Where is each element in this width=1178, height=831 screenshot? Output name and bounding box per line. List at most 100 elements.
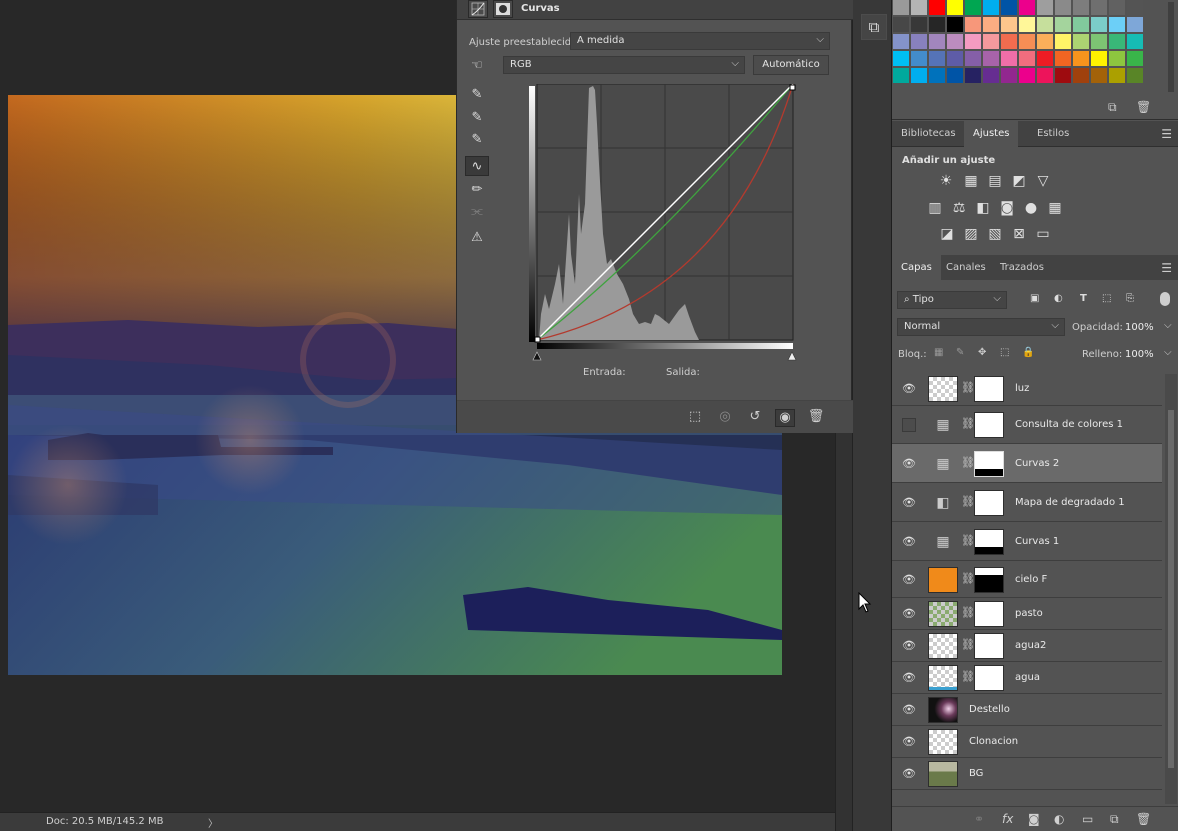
mask-link-icon[interactable]: ⛓ xyxy=(961,638,975,651)
swatch[interactable] xyxy=(1055,0,1072,16)
tab-canales[interactable]: Canales xyxy=(937,255,995,281)
swatch[interactable] xyxy=(911,51,928,67)
reset-adjustment-icon[interactable]: ↺ xyxy=(745,409,765,427)
properties-panel-toggle-icon[interactable]: ⧉ xyxy=(861,14,887,40)
swatch[interactable] xyxy=(1127,0,1144,16)
swatch[interactable] xyxy=(893,68,910,84)
swatch[interactable] xyxy=(1055,68,1072,84)
add-mask-icon[interactable]: ◙ xyxy=(1028,812,1040,826)
swatch[interactable] xyxy=(1037,34,1054,50)
new-group-icon[interactable]: ▭ xyxy=(1082,812,1093,826)
swatch[interactable] xyxy=(1055,17,1072,33)
layer-name[interactable]: Clonacion xyxy=(969,736,1018,747)
panel-menu-icon[interactable]: ☰ xyxy=(1161,127,1172,141)
swatch[interactable] xyxy=(983,68,1000,84)
swatch[interactable] xyxy=(1091,68,1108,84)
mask-link-icon[interactable]: ⛓ xyxy=(961,381,975,394)
trash-icon[interactable]: 🗑 xyxy=(1136,812,1151,826)
gray-point-eyedropper-icon[interactable]: ✎ xyxy=(465,108,489,128)
swatch[interactable] xyxy=(1055,34,1072,50)
filter-smart-object-icon[interactable]: ⎘ xyxy=(1126,293,1134,304)
visibility-eye-icon[interactable]: 👁 xyxy=(902,573,916,587)
layer-row[interactable]: 👁 ⛓ pasto xyxy=(892,598,1162,630)
clipping-warning-icon[interactable]: ⚠ xyxy=(465,228,489,248)
swatch[interactable] xyxy=(1001,51,1018,67)
swatch[interactable] xyxy=(911,34,928,50)
filter-pixel-icon[interactable]: ▣ xyxy=(1030,293,1039,304)
swatch[interactable] xyxy=(1001,34,1018,50)
hue-saturation-icon[interactable]: ▥ xyxy=(926,199,944,217)
lock-transparency-icon[interactable]: ▦ xyxy=(934,347,943,358)
swatch[interactable] xyxy=(1073,68,1090,84)
swatch[interactable] xyxy=(983,17,1000,33)
swatch[interactable] xyxy=(947,68,964,84)
swatch[interactable] xyxy=(911,68,928,84)
vibrance-icon[interactable]: ▽ xyxy=(1034,172,1052,190)
layer-row[interactable]: 👁 ▦ ⛓ Curvas 1 xyxy=(892,522,1162,561)
swatch[interactable] xyxy=(947,17,964,33)
curves-graph[interactable] xyxy=(529,84,799,364)
layer-name[interactable]: cielo F xyxy=(1015,574,1047,585)
layer-row[interactable]: ▦ ⛓ Consulta de colores 1 xyxy=(892,406,1162,444)
layer-row[interactable]: 👁 ⛓ agua2 xyxy=(892,630,1162,662)
color-lookup-icon[interactable]: ▦ xyxy=(1046,199,1064,217)
trash-icon[interactable]: 🗑 xyxy=(1136,100,1151,114)
layer-name[interactable]: Consulta de colores 1 xyxy=(1015,419,1123,430)
layer-name[interactable]: pasto xyxy=(1015,608,1043,619)
filter-toggle[interactable] xyxy=(1160,292,1170,306)
layer-name[interactable]: Mapa de degradado 1 xyxy=(1015,497,1125,508)
gradient-map-icon[interactable]: ▭ xyxy=(1034,225,1052,243)
swatch[interactable] xyxy=(965,0,982,16)
swatch[interactable] xyxy=(1037,0,1054,16)
layer-style-fx-icon[interactable]: fx xyxy=(1002,812,1013,826)
mask-link-icon[interactable]: ⛓ xyxy=(961,456,975,469)
layer-row[interactable]: 👁 ⛓ agua xyxy=(892,662,1162,694)
swatch[interactable] xyxy=(1019,0,1036,16)
visibility-eye-icon[interactable]: 👁 xyxy=(902,382,916,396)
layer-mask-thumbnail[interactable] xyxy=(974,601,1004,627)
layer-name[interactable]: agua xyxy=(1015,672,1040,683)
swatch[interactable] xyxy=(1037,17,1054,33)
exposure-icon[interactable]: ◩ xyxy=(1010,172,1028,190)
filter-shape-icon[interactable]: ⬚ xyxy=(1102,293,1111,304)
swatch[interactable] xyxy=(911,0,928,16)
swatch[interactable] xyxy=(1127,68,1144,84)
mask-link-icon[interactable]: ⛓ xyxy=(961,534,975,547)
mask-link-icon[interactable]: ⛓ xyxy=(961,495,975,508)
layer-filter-dropdown[interactable]: ⌕ Tipo ⌵ xyxy=(897,291,1007,309)
layer-mask-thumbnail[interactable] xyxy=(974,633,1004,659)
levels-icon[interactable]: ▦ xyxy=(962,172,980,190)
mask-link-icon[interactable]: ⛓ xyxy=(961,606,975,619)
black-white-icon[interactable]: ◧ xyxy=(974,199,992,217)
visibility-eye-icon[interactable]: 👁 xyxy=(902,457,916,471)
swatch[interactable] xyxy=(929,0,946,16)
swatch[interactable] xyxy=(1109,34,1126,50)
filter-adjustment-icon[interactable]: ◐ xyxy=(1054,293,1063,304)
curves-icon[interactable]: ▤ xyxy=(986,172,1004,190)
fill-value[interactable]: 100% xyxy=(1125,349,1154,360)
chevron-down-icon[interactable]: ⌵ xyxy=(1164,347,1172,358)
swatch[interactable] xyxy=(983,51,1000,67)
panel-menu-icon[interactable]: ☰ xyxy=(1161,261,1172,275)
swatch[interactable] xyxy=(1073,34,1090,50)
black-point-handle[interactable] xyxy=(534,336,541,343)
layer-row[interactable]: 👁 BG xyxy=(892,758,1162,790)
smooth-curve-icon[interactable]: ⫘ xyxy=(465,202,489,222)
swatch[interactable] xyxy=(929,17,946,33)
layer-mask-thumbnail[interactable] xyxy=(974,566,1004,593)
layer-name[interactable]: BG xyxy=(969,768,983,779)
white-point-handle[interactable] xyxy=(789,84,796,91)
swatch[interactable] xyxy=(1001,68,1018,84)
mask-link-icon[interactable]: ⛓ xyxy=(961,670,975,683)
swatch[interactable] xyxy=(965,17,982,33)
layer-mask-thumbnail[interactable] xyxy=(974,489,1004,516)
new-layer-icon[interactable]: ⧉ xyxy=(1110,812,1119,827)
tab-bibliotecas[interactable]: Bibliotecas xyxy=(892,121,965,147)
swatch[interactable] xyxy=(1019,17,1036,33)
link-layers-icon[interactable]: ⚭ xyxy=(974,812,984,826)
swatch[interactable] xyxy=(1019,68,1036,84)
invert-icon[interactable]: ◪ xyxy=(938,225,956,243)
visibility-eye-icon[interactable]: 👁 xyxy=(902,607,916,621)
tab-estilos[interactable]: Estilos xyxy=(1028,121,1078,147)
swatch[interactable] xyxy=(929,34,946,50)
